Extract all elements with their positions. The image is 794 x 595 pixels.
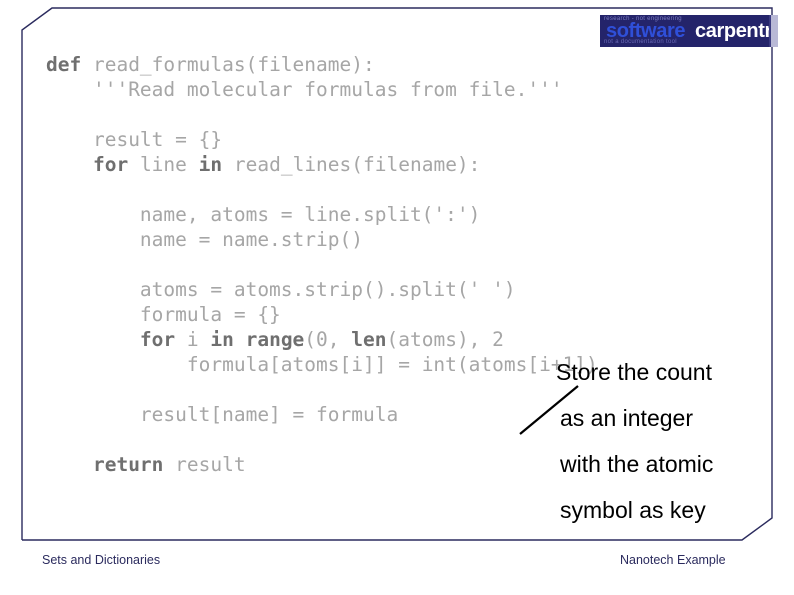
software-carpentry-logo: research - not engineering not a documen… [600, 15, 778, 47]
code-text: result = {} [92, 128, 223, 151]
logo-edge-outer [771, 15, 778, 47]
annotation-callout: Store the count as an integer with the ato… [556, 349, 782, 533]
code-text: name, atoms = line.split(':') [139, 203, 481, 226]
annotation-line: symbol as key [560, 497, 706, 523]
slide: research - not engineering not a documen… [0, 0, 794, 595]
code-line: for line in read_lines(filename): [46, 152, 746, 177]
logo-word-carpentry: carpentry [695, 20, 778, 42]
code-text: atoms = atoms.strip().split(' ') [139, 278, 516, 301]
code-text: (atoms), 2 [386, 328, 504, 351]
code-text: name = name.strip() [139, 228, 363, 251]
code-text: i [186, 328, 211, 351]
code-keyword: in [198, 153, 234, 176]
code-line: atoms = atoms.strip().split(' ') [46, 277, 746, 302]
code-text: formula = {} [139, 303, 281, 326]
annotation-line: as an integer [560, 405, 693, 431]
code-line: result = {} [46, 127, 746, 152]
code-text: line [139, 153, 199, 176]
annotation-line: with the atomic [560, 451, 714, 477]
code-line: formula = {} [46, 302, 746, 327]
code-line: name, atoms = line.split(':') [46, 202, 746, 227]
code-keyword: return [92, 453, 176, 476]
code-text: result[name] = formula [139, 403, 399, 426]
code-line: def read_formulas(filename): [46, 52, 746, 77]
logo-word-software: software [606, 20, 686, 42]
footer-left-label: Sets and Dictionaries [42, 553, 161, 567]
code-keyword: for [92, 153, 140, 176]
code-text: read_lines(filename): [233, 153, 481, 176]
code-text: read_formulas(filename): [92, 53, 375, 76]
logo-wordmark: software carpentry [606, 20, 778, 42]
code-keyword: for [139, 328, 187, 351]
code-line: name = name.strip() [46, 227, 746, 252]
code-keyword: in range [210, 328, 305, 351]
annotation-line: Store the count [556, 359, 712, 385]
code-text: formula[atoms[i]] = int(atoms[i+1]) [186, 353, 598, 376]
code-text: '''Read molecular formulas from file.''' [92, 78, 563, 101]
code-text: (0, [304, 328, 352, 351]
code-keyword: len [351, 328, 387, 351]
footer-right-label: Nanotech Example [620, 553, 726, 567]
code-text: result [175, 453, 246, 476]
code-line: '''Read molecular formulas from file.''' [46, 77, 746, 102]
code-keyword: def [46, 53, 93, 76]
